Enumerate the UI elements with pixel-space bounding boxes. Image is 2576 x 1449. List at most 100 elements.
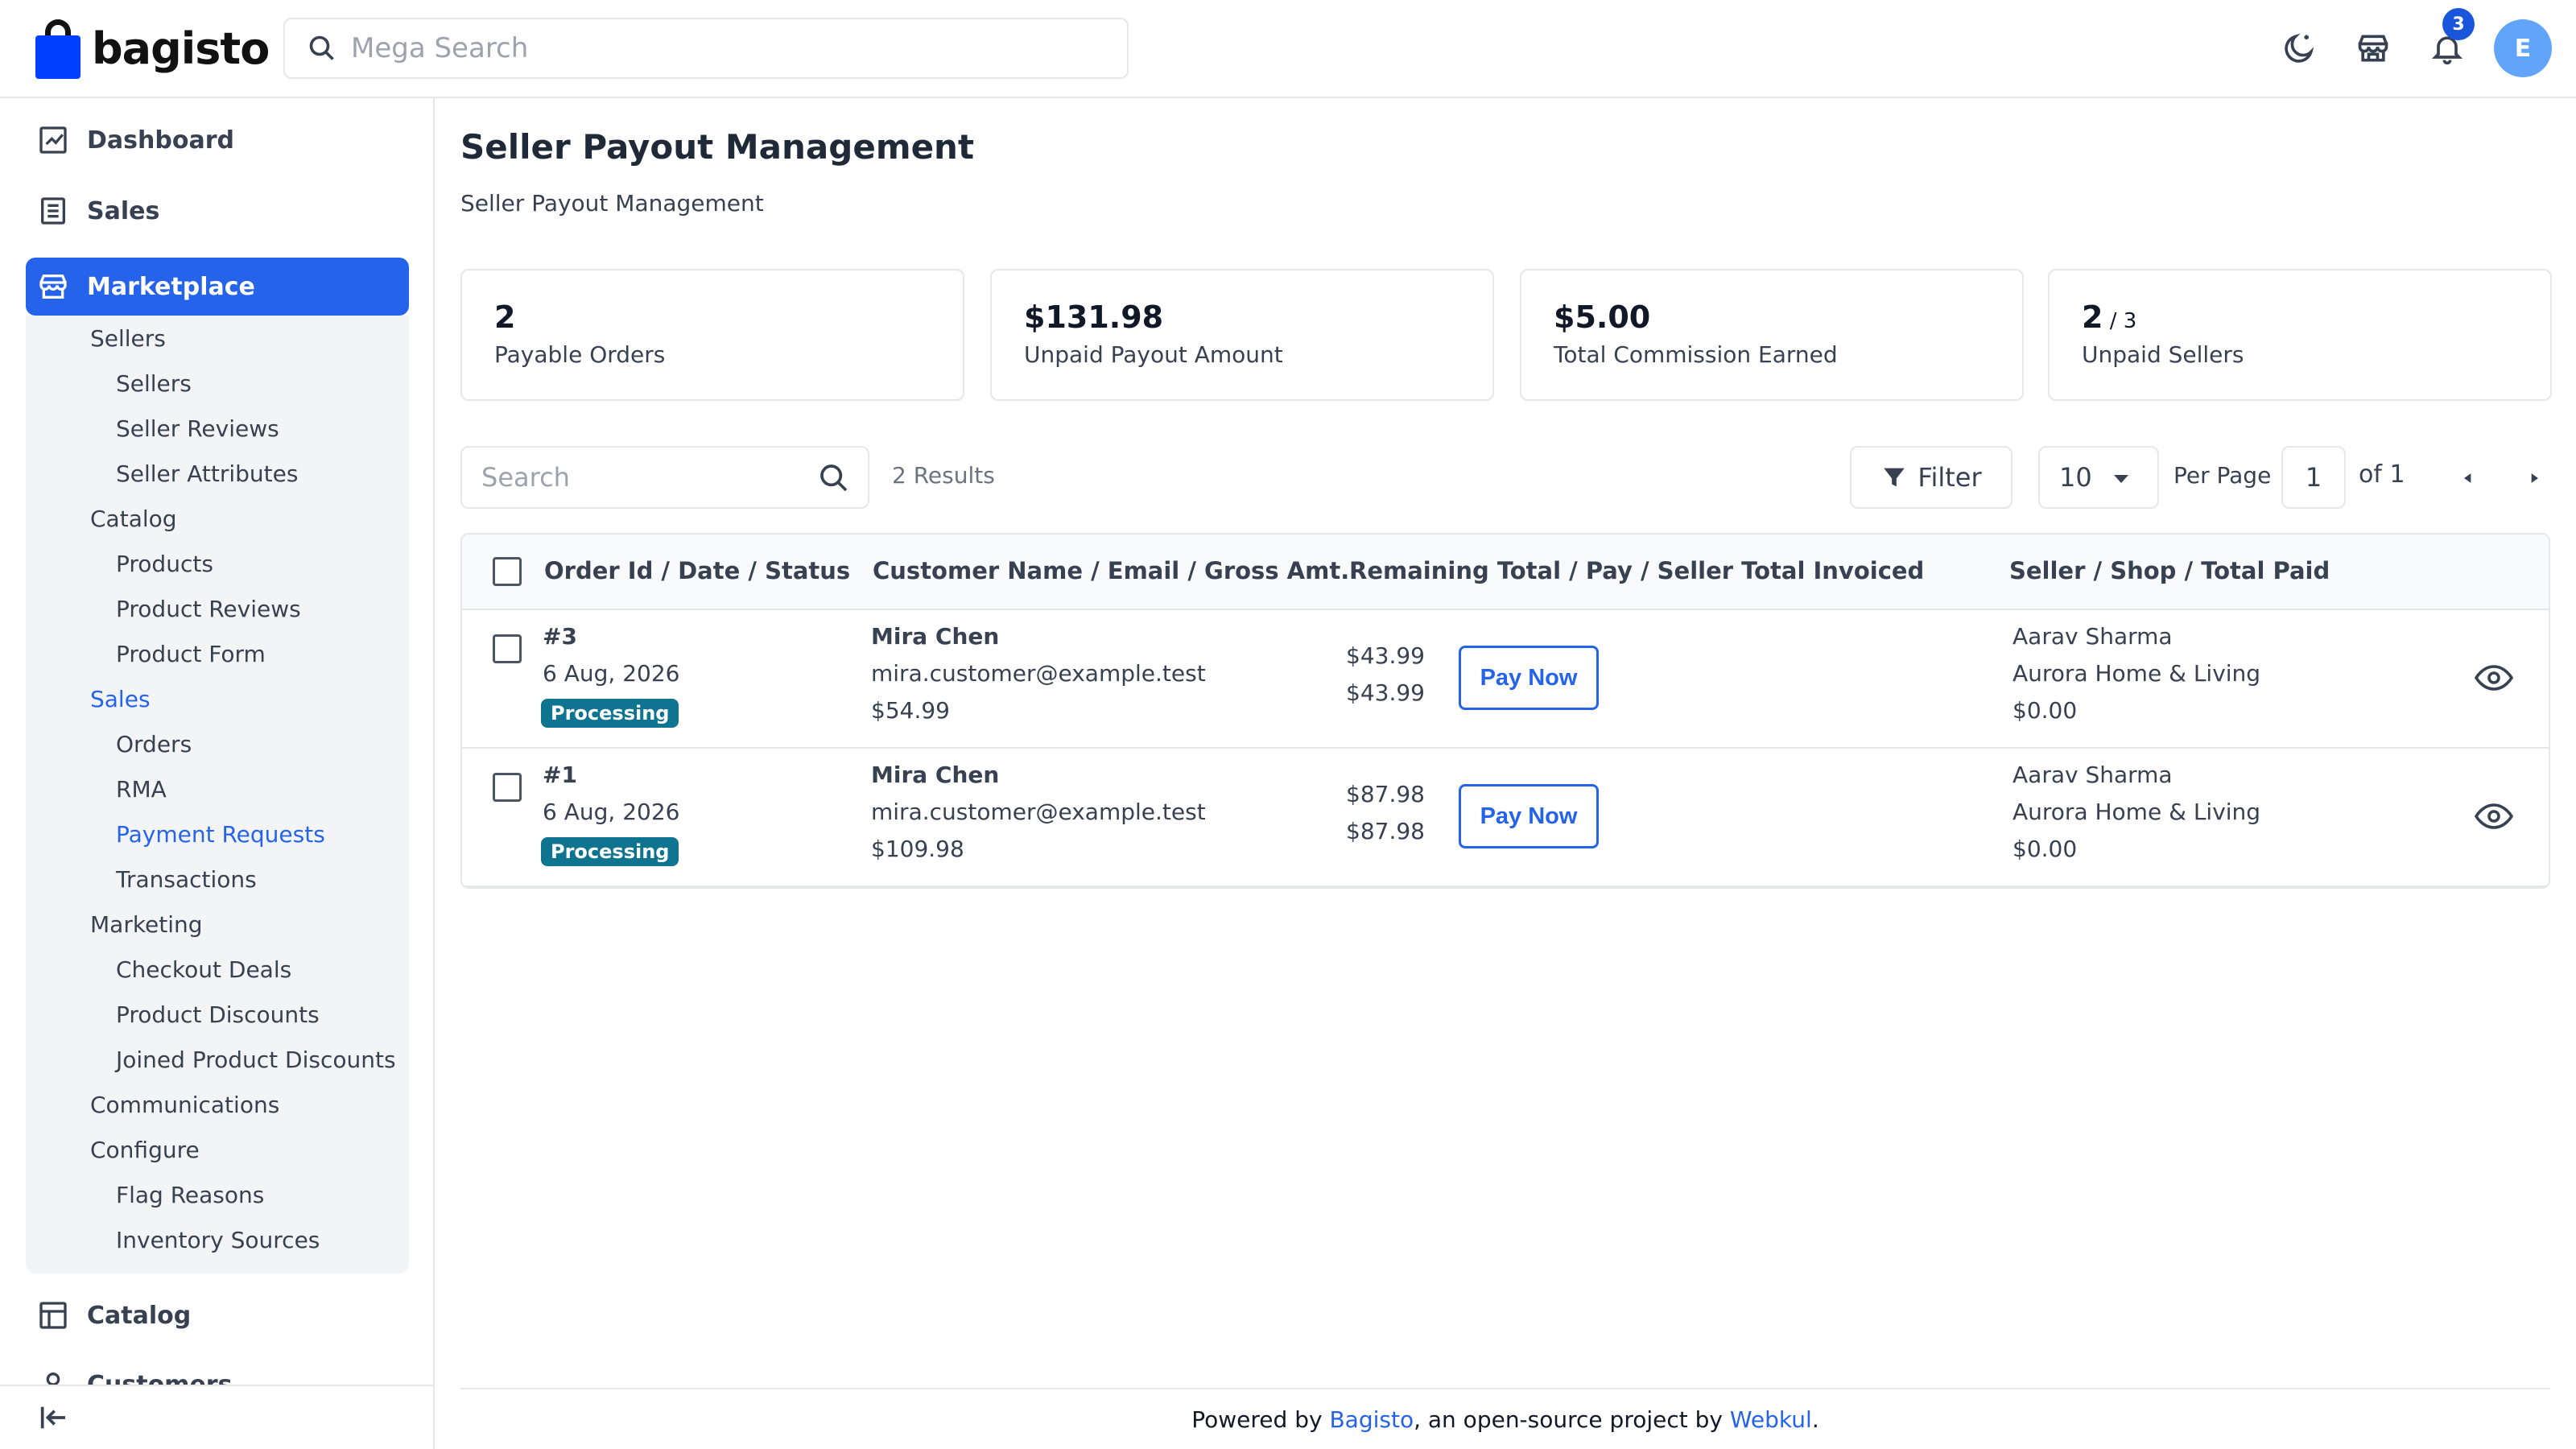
submenu-orders[interactable]: Orders <box>116 731 192 758</box>
gross-amount: $109.98 <box>871 836 964 862</box>
dashboard-icon <box>39 126 67 154</box>
previous-page-button[interactable] <box>2454 464 2483 493</box>
customer-name: Mira Chen <box>871 623 1000 650</box>
stat-card-commission: $5.00 Total Commission Earned <box>1520 269 2024 401</box>
caret-left-icon <box>2464 473 2471 483</box>
dark-mode-toggle[interactable] <box>2268 18 2330 79</box>
view-eye-icon[interactable] <box>2475 658 2513 697</box>
datagrid-search-box[interactable] <box>460 446 869 509</box>
filter-button[interactable]: Filter <box>1850 446 2013 509</box>
stat-value: 2 <box>2082 299 2103 335</box>
submenu-sales-group[interactable]: Sales <box>90 686 151 712</box>
top-bar: bagisto 3 E <box>0 0 2576 98</box>
stat-caption: Payable Orders <box>494 341 666 368</box>
column-seller[interactable]: Seller / Shop / Total Paid <box>2009 557 2330 584</box>
row-checkbox[interactable] <box>493 773 522 802</box>
order-id[interactable]: #1 <box>543 762 577 788</box>
sidebar-item-dashboard[interactable]: Dashboard <box>26 111 409 169</box>
view-eye-icon[interactable] <box>2475 797 2513 836</box>
submenu-seller-reviews[interactable]: Seller Reviews <box>116 415 279 442</box>
search-icon[interactable] <box>818 462 850 494</box>
submenu-sellers[interactable]: Sellers <box>116 370 192 397</box>
catalog-icon <box>39 1302 67 1329</box>
marketplace-submenu: Sellers Sellers Seller Reviews Seller At… <box>26 316 409 1274</box>
stat-value: $5.00 <box>1554 299 1651 335</box>
user-avatar[interactable]: E <box>2494 19 2552 77</box>
webkul-link[interactable]: Webkul <box>1730 1406 1812 1433</box>
seller-name: Aarav Sharma <box>2013 623 2173 650</box>
submenu-sellers-group[interactable]: Sellers <box>90 325 166 352</box>
pay-now-button[interactable]: Pay Now <box>1459 784 1599 848</box>
filter-icon <box>1884 468 1905 487</box>
sidebar-item-marketplace[interactable]: Marketplace <box>26 258 409 316</box>
stat-total: / 3 <box>2103 309 2137 333</box>
collapse-sidebar-icon[interactable] <box>37 1402 69 1434</box>
pay-now-button[interactable]: Pay Now <box>1459 646 1599 710</box>
submenu-rma[interactable]: RMA <box>116 776 167 803</box>
sidebar-item-label: Catalog <box>87 1301 192 1330</box>
caret-right-icon <box>2531 473 2538 483</box>
sidebar-collapse-bar <box>0 1385 433 1449</box>
remaining-total: $43.99 <box>1346 642 1425 669</box>
stat-card-unpaid-sellers: 2 / 3 Unpaid Sellers <box>2048 269 2552 401</box>
submenu-payment-requests[interactable]: Payment Requests <box>116 821 325 848</box>
store-icon <box>2358 35 2388 62</box>
submenu-configure-group[interactable]: Configure <box>90 1137 200 1163</box>
seller-total-invoiced: $43.99 <box>1346 679 1425 706</box>
datagrid-toolbar: 2 Results Filter 10 Per Page 1 of 1 <box>460 446 2550 509</box>
logo-text: bagisto <box>92 23 270 74</box>
submenu-product-form[interactable]: Product Form <box>116 641 266 667</box>
per-page-value: 10 <box>2059 462 2092 493</box>
order-id[interactable]: #3 <box>543 623 577 650</box>
page-number-input[interactable]: 1 <box>2281 446 2346 509</box>
page-title: Seller Payout Management <box>460 127 975 167</box>
stat-caption: Total Commission Earned <box>1554 341 1838 368</box>
customer-email: mira.customer@example.test <box>871 799 1206 825</box>
submenu-transactions[interactable]: Transactions <box>116 866 257 893</box>
table-row: #1 6 Aug, 2026 Processing Mira Chen mira… <box>462 749 2549 887</box>
submenu-products[interactable]: Products <box>116 551 213 577</box>
status-badge: Processing <box>541 837 679 866</box>
stat-value: $131.98 <box>1024 299 1164 335</box>
receipt-icon <box>41 197 65 225</box>
notifications-button[interactable]: 3 <box>2417 8 2478 79</box>
submenu-catalog-group[interactable]: Catalog <box>90 506 177 532</box>
submenu-checkout-deals[interactable]: Checkout Deals <box>116 956 291 983</box>
per-page-select[interactable]: 10 <box>2038 446 2159 509</box>
next-page-button[interactable] <box>2520 464 2549 493</box>
table-row: #3 6 Aug, 2026 Processing Mira Chen mira… <box>462 610 2549 749</box>
column-remaining[interactable]: Remaining Total / Pay / Seller Total Inv… <box>1349 557 1924 584</box>
shop-name: Aurora Home & Living <box>2013 660 2261 687</box>
column-customer[interactable]: Customer Name / Email / Gross Amt. <box>873 557 1349 584</box>
sidebar-item-sales[interactable]: Sales <box>26 182 409 240</box>
bagisto-logo[interactable]: bagisto <box>32 16 270 80</box>
per-page-label: Per Page <box>2174 462 2272 489</box>
submenu-inventory-sources[interactable]: Inventory Sources <box>116 1227 320 1253</box>
row-checkbox[interactable] <box>493 634 522 663</box>
order-date: 6 Aug, 2026 <box>543 799 680 825</box>
customer-name: Mira Chen <box>871 762 1000 788</box>
gross-amount: $54.99 <box>871 697 950 724</box>
mega-search-box[interactable] <box>283 18 1129 79</box>
submenu-product-reviews[interactable]: Product Reviews <box>116 596 301 622</box>
submenu-communications[interactable]: Communications <box>90 1092 279 1118</box>
sidebar-item-label: Marketplace <box>87 272 255 301</box>
sidebar-item-catalog[interactable]: Catalog <box>26 1286 409 1344</box>
remaining-total: $87.98 <box>1346 781 1425 807</box>
datagrid-search-input[interactable] <box>481 462 803 493</box>
shop-name: Aurora Home & Living <box>2013 799 2261 825</box>
chevron-down-icon <box>2114 475 2128 483</box>
submenu-seller-attributes[interactable]: Seller Attributes <box>116 460 298 487</box>
select-all-checkbox[interactable] <box>493 557 522 586</box>
submenu-product-discounts[interactable]: Product Discounts <box>116 1001 320 1028</box>
submenu-joined-product-discounts[interactable]: Joined Product Discounts <box>116 1046 396 1073</box>
stat-card-unpaid-payout: $131.98 Unpaid Payout Amount <box>990 269 1494 401</box>
bagisto-link[interactable]: Bagisto <box>1329 1406 1414 1433</box>
submenu-marketing-group[interactable]: Marketing <box>90 911 203 938</box>
column-order[interactable]: Order Id / Date / Status <box>544 557 850 584</box>
mega-search-input[interactable] <box>351 32 1075 64</box>
submenu-flag-reasons[interactable]: Flag Reasons <box>116 1182 264 1208</box>
shopping-bag-icon <box>32 18 80 79</box>
storefront-link[interactable] <box>2343 18 2404 79</box>
seller-total-invoiced: $87.98 <box>1346 818 1425 844</box>
